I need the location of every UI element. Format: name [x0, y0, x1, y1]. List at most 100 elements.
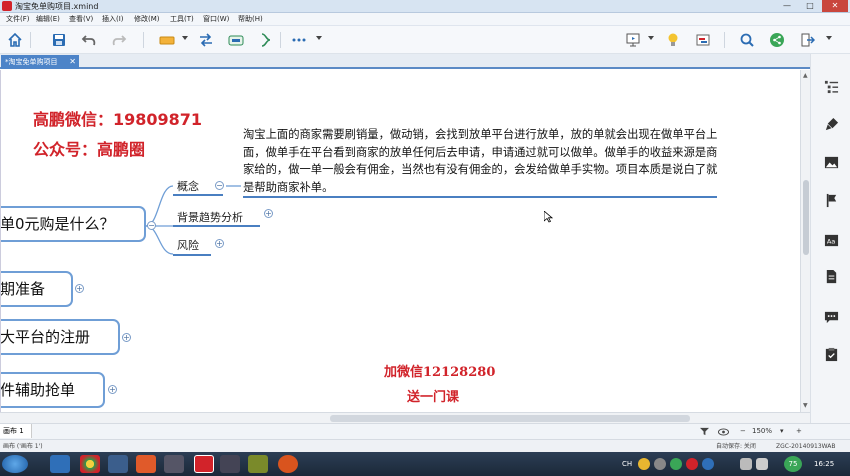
main-topic-preparation[interactable]: 前期准备 — [0, 271, 73, 307]
notes-document-icon[interactable] — [823, 268, 839, 284]
editor-tab-strip: *淘宝免单购项目 ✕ — [0, 54, 810, 69]
mindmap-canvas[interactable]: 高鹏微信：19809871 公众号：高鹏圈 淘宝上面的商家需要刷销量，做动销，会… — [0, 70, 800, 412]
menu-edit[interactable]: 编辑(E) — [36, 13, 60, 26]
main-topic-label: 免单0元购是什么？ — [0, 215, 115, 233]
vertical-scroll-thumb[interactable] — [803, 180, 809, 255]
task-clipboard-icon[interactable] — [823, 346, 839, 362]
maximize-button[interactable]: □ — [799, 0, 821, 12]
main-topic-software[interactable]: 软件辅助抢单 — [0, 372, 105, 408]
outline-icon[interactable] — [823, 78, 839, 94]
brainstorm-bulb-icon[interactable] — [664, 31, 682, 49]
sheet-tab[interactable]: 画布 1 — [0, 424, 32, 438]
format-brush-icon[interactable] — [823, 116, 839, 132]
zoom-dropdown-icon[interactable]: ▾ — [780, 424, 784, 439]
menu-file[interactable]: 文件(F) — [6, 13, 30, 26]
menu-bar: 文件(F) 编辑(E) 查看(V) 插入(I) 修改(M) 工具(T) 窗口(W… — [0, 13, 850, 26]
software-expand-icon[interactable]: + — [108, 385, 117, 394]
xmind-window: 淘宝免单购项目.xmind — □ ✕ 文件(F) 编辑(E) 查看(V) 插入… — [0, 0, 850, 476]
horizontal-scrollbar[interactable] — [0, 412, 810, 423]
tray-icon-3[interactable] — [670, 458, 682, 470]
chrome-icon[interactable] — [80, 455, 100, 473]
menu-tools[interactable]: 工具(T) — [170, 13, 194, 26]
subtopic-concept-toggle-icon[interactable]: − — [215, 181, 224, 190]
text-style-icon[interactable]: Aa — [823, 232, 839, 248]
registration-expand-icon[interactable]: + — [122, 333, 131, 342]
start-button-icon[interactable] — [2, 455, 28, 473]
save-icon[interactable] — [50, 31, 68, 49]
vertical-scrollbar[interactable]: ▲ ▼ — [800, 70, 810, 412]
comment-icon[interactable] — [823, 308, 839, 324]
app-gray-icon[interactable] — [164, 455, 184, 473]
main-topic-registration[interactable]: 各大平台的注册 — [1, 319, 120, 355]
zoom-in-button[interactable]: + — [796, 424, 802, 439]
summary-icon[interactable] — [257, 31, 275, 49]
tray-icon-2[interactable] — [654, 458, 666, 470]
undo-icon[interactable] — [80, 31, 98, 49]
toolbar — [0, 26, 850, 54]
concept-note[interactable]: 淘宝上面的商家需要刷销量，做动销，会找到放单平台进行放单，放的单就会出现在做单平… — [243, 126, 723, 196]
main-topic-label: 前期准备 — [0, 280, 46, 298]
main-topic-what-is[interactable]: 免单0元购是什么？ — [0, 206, 146, 242]
contact-wechat-text: 高鹏微信：19809871 — [33, 110, 203, 129]
window-title: 淘宝免单购项目.xmind — [15, 2, 99, 11]
promo-wechat-text: 加微信12128280 — [384, 365, 496, 380]
tab-label: *淘宝免单购项目 — [5, 58, 58, 66]
right-side-panel: Aa — [810, 54, 850, 423]
relationship-icon[interactable] — [197, 31, 215, 49]
media-player-icon[interactable] — [108, 455, 128, 473]
subtopic-background[interactable]: 背景趋势分析 — [177, 209, 243, 225]
more-icon[interactable] — [290, 31, 308, 49]
search-icon[interactable] — [738, 31, 756, 49]
redo-icon[interactable] — [110, 31, 128, 49]
subtopic-risk-expand-icon[interactable]: + — [215, 239, 224, 248]
xmind-taskbar-icon[interactable] — [194, 455, 214, 473]
app-green-icon[interactable] — [248, 455, 268, 473]
input-method[interactable]: CH — [622, 452, 632, 476]
share-icon[interactable] — [768, 31, 786, 49]
boundary-icon[interactable] — [227, 31, 245, 49]
app-dark-icon[interactable] — [220, 455, 240, 473]
image-icon[interactable] — [823, 154, 839, 170]
explorer-icon[interactable] — [50, 455, 70, 473]
menu-modify[interactable]: 修改(M) — [134, 13, 160, 26]
tray-icon-1[interactable] — [638, 458, 650, 470]
topic-icon[interactable] — [158, 31, 176, 49]
subtopic-risk[interactable]: 风险 — [177, 237, 199, 253]
main-topic-label: 软件辅助抢单 — [0, 381, 76, 399]
app-round-icon[interactable] — [278, 455, 298, 473]
tab-document[interactable]: *淘宝免单购项目 ✕ — [1, 55, 79, 69]
tray-icon-5[interactable] — [702, 458, 714, 470]
volume-icon[interactable] — [756, 458, 768, 470]
subtopic-risk-line — [173, 254, 211, 256]
public-account-text: 公众号：高鹏圈 — [33, 140, 146, 159]
subtopic-background-line — [173, 225, 260, 227]
info-line: 画布 ('画布 1') 自动保存: 关闭 ZGC-20140913WAB — [0, 439, 850, 452]
menu-view[interactable]: 查看(V) — [69, 13, 93, 26]
subtopic-background-expand-icon[interactable]: + — [264, 209, 273, 218]
menu-help[interactable]: 帮助(H) — [238, 13, 263, 26]
network-icon[interactable] — [740, 458, 752, 470]
contact-wechat-heading: 高鹏微信：19809871 — [33, 106, 202, 130]
subtopic-concept[interactable]: 概念 — [177, 178, 199, 194]
app-orange-icon[interactable] — [136, 455, 156, 473]
presentation-icon[interactable] — [624, 31, 642, 49]
close-button[interactable]: ✕ — [822, 0, 848, 12]
marker-flag-icon[interactable] — [823, 192, 839, 208]
clock[interactable]: 16:25 — [814, 452, 834, 476]
subtopic-concept-line — [173, 194, 223, 196]
tray-icon-4[interactable] — [686, 458, 698, 470]
export-icon[interactable] — [798, 31, 816, 49]
gantt-icon[interactable] — [694, 31, 712, 49]
tab-close-icon[interactable]: ✕ — [69, 55, 76, 69]
minimize-button[interactable]: — — [776, 0, 798, 12]
zoom-out-button[interactable]: − — [740, 424, 746, 439]
promo-course-text: 送一门课 — [407, 390, 460, 405]
menu-insert[interactable]: 插入(I) — [102, 13, 124, 26]
horizontal-scroll-thumb[interactable] — [330, 415, 690, 422]
preparation-expand-icon[interactable]: + — [75, 284, 84, 293]
zoom-level[interactable]: 150% — [752, 424, 772, 439]
menu-window[interactable]: 窗口(W) — [203, 13, 229, 26]
collapse-icon[interactable]: − — [147, 221, 156, 230]
home-icon[interactable] — [6, 31, 24, 49]
tray-badge[interactable]: 75 — [784, 456, 802, 472]
